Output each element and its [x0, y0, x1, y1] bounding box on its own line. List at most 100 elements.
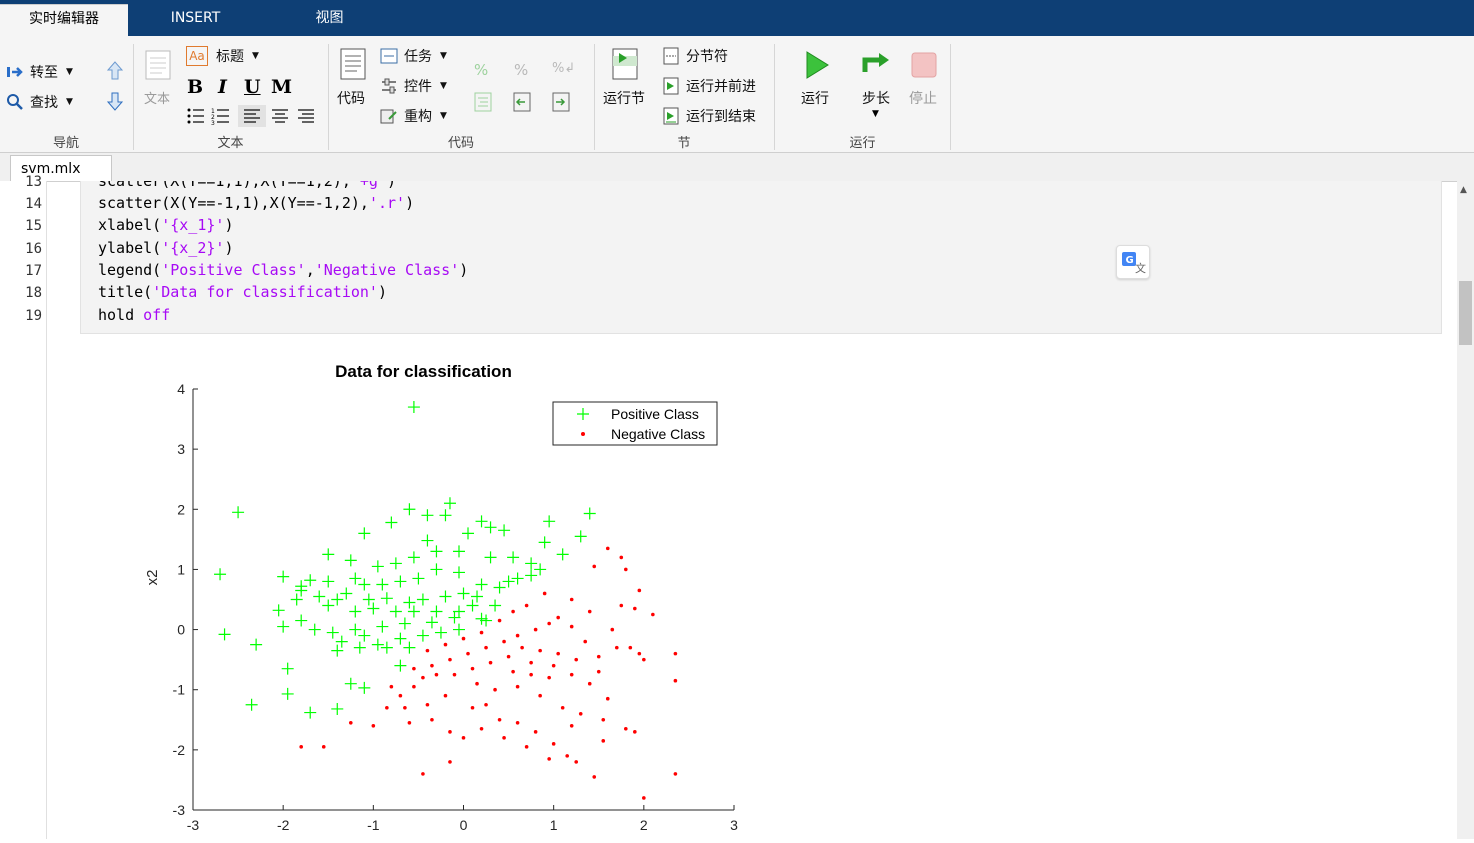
section-break-button[interactable]: 分节符 — [662, 46, 728, 66]
negative-point — [547, 676, 551, 680]
scrollbar-thumb[interactable] — [1459, 281, 1472, 345]
positive-point — [430, 563, 442, 575]
monospace-button[interactable]: M — [271, 76, 292, 98]
negative-point — [574, 760, 578, 764]
code-editor[interactable]: scatter(X(Y==1,1),X(Y==1,2),'+g') scatte… — [80, 181, 1442, 334]
arrow-down-icon[interactable] — [106, 90, 124, 112]
scatter-chart: -3-2-10123-3-2-101234Data for classifica… — [137, 354, 757, 839]
negative-point — [538, 649, 542, 653]
positive-point — [282, 663, 294, 675]
positive-point — [412, 572, 424, 584]
find-button[interactable]: 查找▼ — [6, 92, 73, 112]
negative-point — [547, 622, 551, 626]
scroll-up-icon[interactable]: ▲ — [1460, 185, 1467, 195]
positive-point — [394, 660, 406, 672]
run-to-end-button[interactable]: 运行到结束 — [662, 106, 756, 126]
section-break-label: 分节符 — [686, 46, 728, 66]
step-button[interactable]: 步长 — [862, 88, 890, 108]
legend-entry: Negative Class — [611, 426, 705, 442]
positive-point — [453, 624, 465, 636]
uncomment-icon[interactable]: % — [514, 61, 528, 79]
arrow-up-icon[interactable] — [106, 60, 124, 82]
refactor-dropdown[interactable]: 重构▼ — [380, 106, 447, 126]
group-label-section: 节 — [595, 132, 773, 151]
figure[interactable]: -3-2-10123-3-2-101234Data for classifica… — [137, 354, 757, 839]
run-play-icon[interactable] — [803, 50, 831, 80]
x-tick-label: -1 — [367, 817, 380, 833]
ribbon-toolbar: 转至▼ 查找▼ 导航 文本 Aa 标题▼ B I U M 123 文本 代码 任… — [0, 36, 1474, 153]
chart-title: Data for classification — [335, 362, 512, 381]
task-label: 任务 — [404, 46, 432, 66]
negative-point — [525, 745, 529, 749]
vertical-scrollbar[interactable]: ▲ — [1457, 181, 1474, 839]
comment-icon[interactable]: % — [474, 61, 488, 79]
negative-point — [480, 727, 484, 731]
positive-point — [358, 578, 370, 590]
positive-point — [512, 572, 524, 584]
code-line[interactable]: title('Data for classification') — [98, 283, 387, 301]
goto-button[interactable]: 转至 ▼ — [6, 62, 73, 82]
smart-indent-icon[interactable] — [474, 92, 492, 112]
increase-indent-icon[interactable] — [552, 92, 570, 112]
negative-point — [403, 706, 407, 710]
negative-point — [502, 736, 506, 740]
positive-point — [421, 535, 433, 547]
negative-point — [444, 694, 448, 698]
negative-point — [466, 652, 470, 656]
y-tick-label: -1 — [173, 682, 186, 698]
find-dropdown-icon[interactable]: ▼ — [66, 97, 73, 107]
negative-point — [597, 670, 601, 674]
negative-point — [556, 616, 560, 620]
step-icon[interactable] — [861, 50, 893, 80]
italic-button[interactable]: I — [218, 76, 227, 98]
code-line[interactable]: scatter(X(Y==1,1),X(Y==1,2),'+g') — [98, 181, 396, 190]
tab-live-editor[interactable]: 实时编辑器 — [0, 4, 128, 37]
code-line[interactable]: ylabel('{x_2}') — [98, 239, 233, 257]
positive-point — [453, 566, 465, 578]
code-line[interactable]: legend('Positive Class','Negative Class'… — [98, 261, 468, 279]
code-line[interactable]: xlabel('{x_1}') — [98, 216, 233, 234]
positive-point — [214, 568, 226, 580]
negative-point — [462, 637, 466, 641]
negative-point — [430, 664, 434, 668]
negative-point — [435, 673, 439, 677]
positive-point — [453, 545, 465, 557]
stop-icon — [911, 52, 937, 78]
decrease-indent-icon[interactable] — [513, 92, 531, 112]
ribbon-tab-bar: 实时编辑器 INSERT 视图 — [0, 0, 1474, 36]
goto-dropdown-icon[interactable]: ▼ — [66, 67, 73, 77]
y-tick-label: 3 — [177, 441, 185, 457]
negative-point — [444, 643, 448, 647]
wrap-comment-icon[interactable]: %↲ — [552, 61, 575, 76]
tab-view[interactable]: 视图 — [263, 4, 396, 36]
step-dropdown-icon[interactable]: ▼ — [872, 109, 879, 119]
negative-point — [299, 745, 303, 749]
negative-point — [516, 721, 520, 725]
run-and-advance-button[interactable]: 运行并前进 — [662, 76, 756, 96]
line-number: 16 — [0, 241, 42, 257]
underline-button[interactable]: U — [244, 76, 261, 98]
code-line[interactable]: hold off — [98, 306, 170, 324]
code-line[interactable]: scatter(X(Y==-1,1),X(Y==-1,2),'.r') — [98, 194, 414, 212]
run-section-button[interactable]: 运行节 — [603, 88, 645, 108]
goto-label: 转至 — [30, 62, 58, 82]
negative-point — [534, 730, 538, 734]
positive-point — [295, 615, 307, 627]
positive-point — [381, 592, 393, 604]
code-button[interactable]: 代码 — [337, 88, 365, 108]
text-button[interactable]: 文本 — [144, 88, 170, 107]
tab-insert[interactable]: INSERT — [128, 4, 263, 36]
translate-icon[interactable]: G文 — [1116, 245, 1150, 279]
negative-point — [390, 685, 394, 689]
heading-dropdown[interactable]: Aa 标题▼ — [186, 46, 259, 66]
bold-button[interactable]: B — [187, 76, 203, 98]
control-dropdown[interactable]: 控件▼ — [380, 76, 447, 96]
y-axis-label: x2 — [144, 570, 161, 586]
negative-point — [674, 679, 678, 683]
positive-point — [309, 624, 321, 636]
negative-point — [592, 565, 596, 569]
task-dropdown[interactable]: 任务▼ — [380, 46, 447, 66]
run-button[interactable]: 运行 — [801, 88, 829, 108]
positive-point — [403, 503, 415, 515]
negative-point — [629, 646, 633, 650]
